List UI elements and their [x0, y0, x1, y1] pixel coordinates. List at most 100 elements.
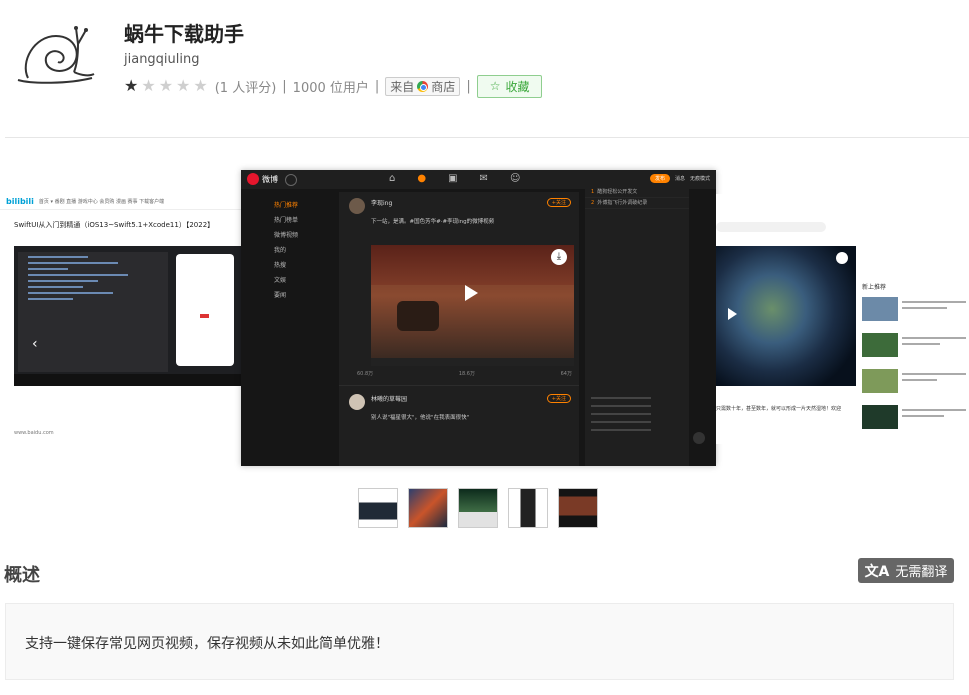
weibo-logo: 微博 [247, 173, 278, 185]
screenshot-next[interactable]: 只需数十年，甚至数年，就可以形成一片天然湿地！欢迎 新上推荐 [716, 194, 969, 444]
sidebar-item: 热门榜单 [274, 217, 299, 224]
mail-icon: ✉ [479, 173, 488, 184]
separator: | [374, 78, 380, 94]
play-icon [728, 308, 737, 320]
follow-button: +关注 [546, 198, 571, 207]
header-divider [5, 137, 969, 138]
snail-logo [17, 26, 95, 84]
weibo-topbar-right: 发布 消息 无痕模式 [649, 174, 710, 183]
rating-stars: ★ ★ ★ ★ ★ [124, 78, 211, 94]
rating-count: (1 人评分) [214, 80, 277, 96]
bili-logo: bilibili [6, 197, 34, 206]
comment-count: 18.6万 [458, 371, 475, 377]
sidebar-item: 文娱 [274, 277, 287, 284]
star-outline-icon: ☆ [489, 79, 501, 93]
weibo-sidebar: 热门推荐 热门榜单 微博视频 我的 热搜 文娱 要闻 [274, 198, 334, 303]
search-bar [716, 222, 826, 232]
thumbnail[interactable] [408, 488, 448, 528]
weibo-nav-icons: ⌂ ● ▣ ✉ ☺ [389, 173, 520, 184]
phone-preview [176, 254, 234, 366]
user-count: 1000 位用户 [292, 80, 369, 96]
extension-author[interactable]: jiangqiuling [124, 52, 200, 67]
recommend-title: 新上推荐 [862, 284, 887, 291]
sidebar-item: 我的 [274, 247, 287, 254]
bili-topbar: bilibili 首页 ▾ 番剧 直播 游戏中心 会员购 漫画 赛事 下载客户端 [0, 194, 241, 210]
avatar [349, 198, 365, 214]
download-icon [836, 252, 848, 264]
post-stats: 60.8万 18.6万 64万 [357, 370, 572, 377]
store-prefix: 来自 [390, 79, 415, 94]
extension-header: 蜗牛下载助手 jiangqiuling ★ ★ ★ ★ ★ (1 人评分) | … [0, 0, 969, 137]
star-empty-icon: ★ [193, 76, 208, 95]
sidebar-item: 要闻 [274, 292, 287, 299]
chrome-icon [417, 80, 429, 92]
post-text: 别人说"福星很大"，他说"在我表面很快" [371, 415, 470, 421]
hot-row: 2 外博指飞行外调破纪录 [585, 198, 689, 209]
hot-row: 1 酷狗轻松公开发文 [585, 187, 689, 198]
post-text: 下一站，是满。#国色芳华#·#李现ing的微博视频 [371, 219, 495, 225]
thumbnail[interactable] [358, 488, 398, 528]
bili-nav: 首页 ▾ 番剧 直播 游戏中心 会员购 漫画 赛事 下载客户端 [38, 199, 165, 205]
extension-meta: ★ ★ ★ ★ ★ (1 人评分) | 1000 位用户 | 来自 商店 | ☆… [124, 74, 543, 98]
description-text: 支持一键保存常见网页视频，保存视频从未如此简单优雅！ [25, 636, 389, 652]
extension-title: 蜗牛下载助手 [124, 22, 244, 46]
favorite-label: 收藏 [505, 79, 530, 94]
weibo-feed: 李现ing +关注 下一站，是满。#国色芳华#·#李现ing的微博视频 ⤓ 60… [339, 192, 579, 466]
sidebar-item: 热搜 [274, 262, 287, 269]
like-count: 64万 [560, 371, 572, 377]
hot-footer [591, 397, 651, 437]
publish-pill: 发布 [649, 174, 670, 183]
translate-button[interactable]: 文A 无需翻译 [858, 558, 954, 583]
description-box: 支持一键保存常见网页视频，保存视频从未如此简单优雅！ [5, 603, 954, 680]
incognito-label: 无痕模式 [689, 176, 710, 182]
bili-footer: www.baidu.com [14, 430, 54, 436]
bili-video-player [14, 246, 241, 386]
translate-icon: 文A [864, 563, 890, 580]
list-item [862, 297, 966, 329]
play-icon [465, 285, 478, 301]
list-item [862, 405, 966, 437]
video-caption: 只需数十年，甚至数年，就可以形成一片天然湿地！欢迎 [716, 406, 842, 412]
weibo-hot-list: 1 酷狗轻松公开发文 2 外博指飞行外调破纪录 [585, 187, 689, 466]
home-icon: ⌂ [389, 173, 396, 184]
star-empty-icon: ★ [176, 76, 191, 95]
post-card: 林曦的草莓园 +关注 别人说"福星很大"，他说"在我表面很快" [339, 385, 579, 466]
hot-icon: ● [417, 173, 427, 184]
thumbnail[interactable] [458, 488, 498, 528]
thumbnail[interactable] [558, 488, 598, 528]
post-video: ⤓ [371, 245, 574, 358]
star-empty-icon: ★ [141, 76, 156, 95]
favorite-button[interactable]: ☆ 收藏 [476, 74, 543, 98]
store-name: 商店 [431, 79, 456, 94]
thumbnail-strip [358, 488, 598, 528]
screenshot-carousel[interactable]: bilibili 首页 ▾ 番剧 直播 游戏中心 会员购 漫画 赛事 下载客户端… [0, 170, 969, 466]
list-item [862, 333, 966, 365]
recommend-sidebar: 新上推荐 [862, 242, 966, 441]
share-count: 60.8万 [357, 371, 374, 377]
player-controls [14, 374, 241, 386]
overview-heading: 概述 [4, 565, 40, 586]
video-progress-bar [371, 358, 574, 366]
earth-video [716, 246, 856, 386]
translate-label: 无需翻译 [895, 565, 948, 580]
download-icon: ⤓ [551, 249, 567, 265]
chevron-left-icon[interactable]: ‹ [32, 336, 38, 352]
search-icon [285, 174, 297, 186]
screenshot-current[interactable]: 微博 ⌂ ● ▣ ✉ ☺ 发布 消息 无痕模式 热门推荐 热门榜单 微博视频 我… [241, 170, 716, 466]
bili-video-title: SwiftUI从入门到精通（iOS13~Swift5.1+Xcode11）【20… [14, 221, 215, 229]
separator: | [282, 78, 287, 94]
sidebar-item: 微博视频 [274, 232, 299, 239]
user-icon: ☺ [509, 173, 521, 184]
post-author: 林曦的草莓园 [371, 396, 408, 403]
post-author: 李现ing [371, 200, 393, 207]
star-filled-icon: ★ [124, 76, 139, 95]
screenshot-prev[interactable]: bilibili 首页 ▾ 番剧 直播 游戏中心 会员购 漫画 赛事 下载客户端… [0, 194, 241, 444]
video-icon: ▣ [448, 173, 458, 184]
store-badge: 来自 商店 [385, 76, 461, 96]
star-empty-icon: ★ [158, 76, 174, 95]
thumbnail[interactable] [508, 488, 548, 528]
account-block [862, 242, 966, 282]
weibo-site-name: 微博 [262, 174, 278, 184]
code-editor [18, 252, 168, 372]
follow-button: +关注 [546, 394, 571, 403]
